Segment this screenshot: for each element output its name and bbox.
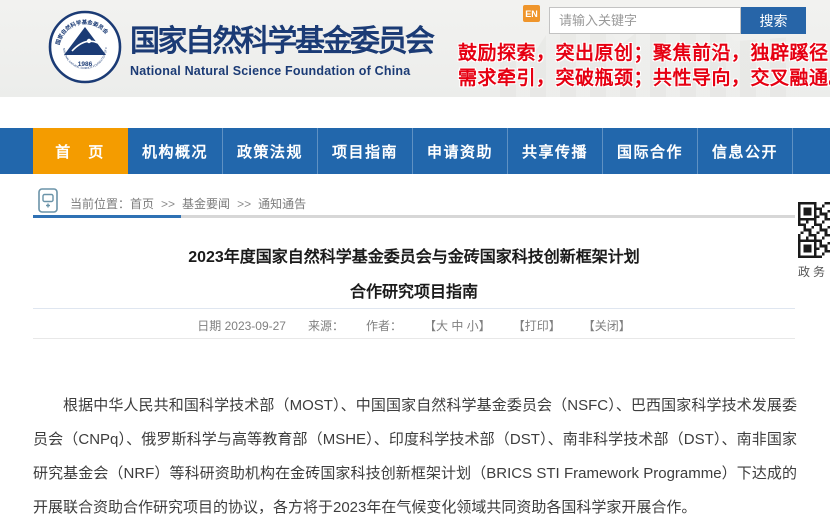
nav-item-organization[interactable]: 机构概况 bbox=[128, 128, 223, 174]
nav-item-apply-funding[interactable]: 申请资助 bbox=[413, 128, 508, 174]
search-button[interactable]: 搜索 bbox=[741, 7, 806, 34]
search-input[interactable] bbox=[549, 7, 741, 34]
nsfc-seal-logo: 国家自然科学基金委员会 National Natural Science Fou… bbox=[48, 10, 122, 84]
breadcrumb-link-news[interactable]: 基金要闻 bbox=[182, 197, 230, 211]
article-date: 日期 2023-09-27 bbox=[197, 317, 286, 334]
slogan: 鼓励探索，突出原创；聚焦前沿，独辟蹊径； 需求牵引，突破瓶颈；共性导向，交叉融通… bbox=[458, 41, 823, 91]
brand-title-cn: 国家自然科学基金委员会 bbox=[130, 16, 433, 60]
breadcrumb-link-notices[interactable]: 通知通告 bbox=[258, 197, 306, 211]
breadcrumb-separator: >> bbox=[161, 197, 175, 211]
nav-item-intl-cooperation[interactable]: 国际合作 bbox=[603, 128, 698, 174]
close-button[interactable]: 【关闭】 bbox=[583, 317, 631, 334]
brand-title-en: National Natural Science Foundation of C… bbox=[130, 64, 433, 78]
article-title-line-2: 合作研究项目指南 bbox=[33, 275, 795, 310]
breadcrumb-link-home[interactable]: 首页 bbox=[130, 197, 154, 211]
nav-item-project-guide[interactable]: 项目指南 bbox=[318, 128, 413, 174]
slogan-line-1: 鼓励探索，突出原创；聚焦前沿，独辟蹊径； bbox=[458, 41, 823, 66]
svg-text:1986: 1986 bbox=[78, 61, 93, 68]
article-meta: 日期 2023-09-27 来源： 作者： 【大 中 小】 【打印】 【关闭】 bbox=[33, 314, 795, 336]
print-button[interactable]: 【打印】 bbox=[513, 317, 561, 334]
site-header: 国家自然科学基金委员会 National Natural Science Fou… bbox=[0, 0, 830, 97]
nav-item-policies[interactable]: 政策法规 bbox=[223, 128, 318, 174]
en-language-button[interactable]: EN bbox=[523, 5, 540, 22]
section-divider bbox=[33, 215, 795, 218]
nav-item-home[interactable]: 首 页 bbox=[33, 128, 128, 174]
slogan-line-2: 需求牵引，突破瓶颈；共性导向，交叉融通。 bbox=[458, 66, 823, 91]
article-title-line-1: 2023年度国家自然科学基金委员会与金砖国家科技创新框架计划 bbox=[33, 240, 795, 275]
article-paragraph: 根据中华人民共和国科学技术部（MOST）、中国国家自然科学基金委员会（NSFC）… bbox=[33, 389, 797, 525]
section-divider-accent bbox=[33, 215, 181, 218]
breadcrumb-separator: >> bbox=[237, 197, 251, 211]
qr-caption: 政务 bbox=[798, 263, 830, 280]
page: 国家自然科学基金委员会 National Natural Science Fou… bbox=[0, 0, 830, 528]
meta-divider-top bbox=[33, 308, 795, 309]
article-title: 2023年度国家自然科学基金委员会与金砖国家科技创新框架计划 合作研究项目指南 bbox=[33, 240, 795, 310]
breadcrumb: 当前位置：首页 >> 基金要闻 >> 通知通告 bbox=[70, 195, 306, 212]
font-size-control[interactable]: 【大 中 小】 bbox=[424, 317, 491, 334]
breadcrumb-prefix: 当前位置： bbox=[70, 197, 130, 211]
document-icon bbox=[38, 188, 58, 213]
brand-block: 国家自然科学基金委员会 National Natural Science Fou… bbox=[130, 16, 433, 78]
nav-item-info-disclosure[interactable]: 信息公开 bbox=[698, 128, 793, 174]
main-nav: 首 页 机构概况 政策法规 项目指南 申请资助 共享传播 国际合作 信息公开 bbox=[0, 128, 830, 174]
article-author-label: 作者： bbox=[366, 317, 402, 334]
nav-spacer bbox=[0, 128, 33, 174]
qr-code bbox=[798, 202, 830, 258]
article-source-label: 来源： bbox=[308, 317, 344, 334]
meta-divider-bottom bbox=[33, 338, 795, 339]
nav-item-sharing[interactable]: 共享传播 bbox=[508, 128, 603, 174]
